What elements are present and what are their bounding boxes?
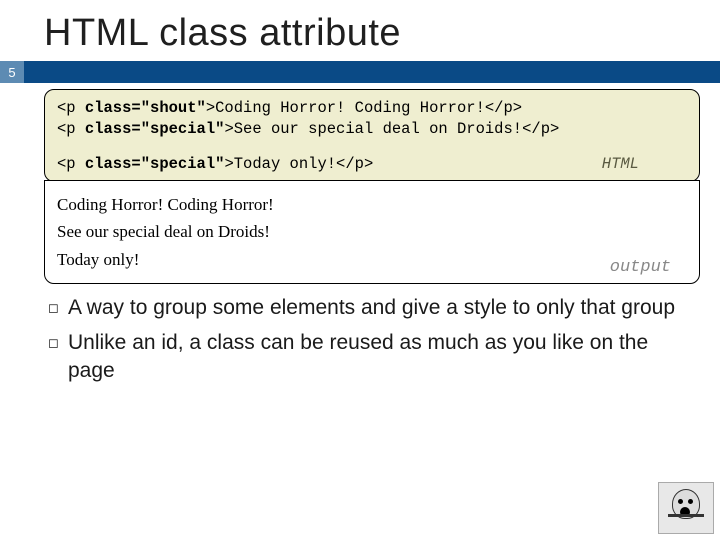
coding-horror-icon — [658, 482, 714, 534]
content-area: <p class="shout">Coding Horror! Coding H… — [0, 83, 720, 385]
output-box: Coding Horror! Coding Horror! See our sp… — [44, 180, 700, 285]
bullet-text: A way to group some elements and give a … — [68, 294, 690, 322]
page-number: 5 — [0, 61, 24, 83]
bullet-item: ◻ Unlike an id, a class can be reused as… — [48, 329, 690, 386]
header-bar: 5 — [0, 61, 720, 83]
code-blank-line — [57, 140, 687, 154]
bullet-marker-icon: ◻ — [48, 294, 68, 322]
bullet-text: Unlike an id, a class can be reused as m… — [68, 329, 690, 386]
code-box: <p class="shout">Coding Horror! Coding H… — [44, 89, 700, 182]
output-line-1: Coding Horror! Coding Horror! — [57, 195, 687, 215]
code-line-2: <p class="special">See our special deal … — [57, 119, 687, 140]
code-line-3: <p class="special">Today only!</p> — [57, 154, 687, 175]
output-label: output — [610, 258, 671, 278]
slide: HTML class attribute 5 <p class="shout">… — [0, 0, 720, 540]
slide-title: HTML class attribute — [0, 0, 720, 61]
bullet-list: ◻ A way to group some elements and give … — [44, 294, 700, 385]
bullet-marker-icon: ◻ — [48, 329, 68, 386]
code-language-label: HTML — [602, 154, 639, 175]
code-line-1: <p class="shout">Coding Horror! Coding H… — [57, 98, 687, 119]
output-line-3: Today only! — [57, 250, 687, 270]
bullet-item: ◻ A way to group some elements and give … — [48, 294, 690, 322]
output-line-2: See our special deal on Droids! — [57, 222, 687, 242]
